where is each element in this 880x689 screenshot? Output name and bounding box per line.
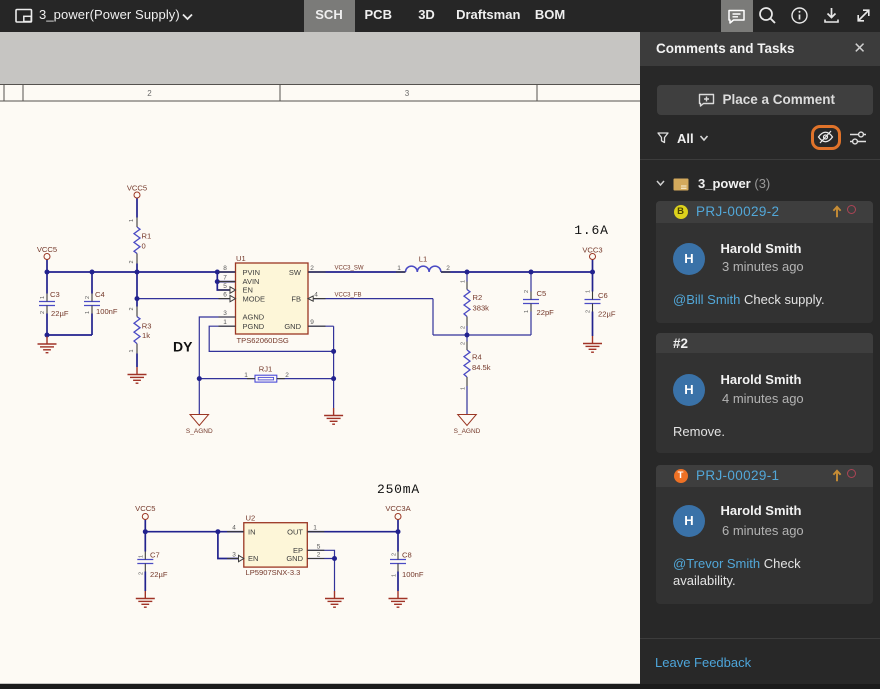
svg-text:2: 2 — [310, 265, 314, 272]
svg-text:2: 2 — [461, 342, 467, 345]
svg-text:PGND: PGND — [243, 322, 265, 331]
svg-text:383k: 383k — [473, 304, 490, 313]
svg-text:22µF: 22µF — [598, 310, 616, 319]
svg-text:2: 2 — [317, 552, 321, 559]
svg-text:3: 3 — [232, 552, 236, 559]
svg-text:MODE: MODE — [243, 294, 266, 303]
svg-text:22µF: 22µF — [51, 309, 69, 318]
svg-text:VCC5: VCC5 — [127, 184, 147, 193]
svg-text:L1: L1 — [419, 255, 427, 264]
svg-text:2: 2 — [524, 290, 530, 293]
svg-text:1: 1 — [139, 555, 145, 558]
svg-text:7: 7 — [223, 275, 227, 282]
svg-text:EN: EN — [243, 286, 253, 295]
svg-text:PVIN: PVIN — [243, 268, 261, 277]
svg-text:LP5907SNX-3.3: LP5907SNX-3.3 — [246, 568, 301, 577]
svg-text:1: 1 — [40, 296, 46, 299]
svg-text:1.6A: 1.6A — [574, 223, 608, 238]
svg-text:6: 6 — [223, 292, 227, 299]
svg-text:C8: C8 — [402, 551, 412, 560]
svg-text:2: 2 — [461, 326, 467, 329]
svg-text:2: 2 — [392, 553, 398, 556]
svg-text:1: 1 — [586, 290, 592, 293]
svg-text:GND: GND — [286, 554, 303, 563]
svg-text:VCC3: VCC3 — [582, 246, 602, 255]
svg-text:1k: 1k — [142, 331, 150, 340]
svg-text:1: 1 — [129, 219, 135, 222]
svg-text:2: 2 — [147, 89, 152, 98]
svg-text:RJ1: RJ1 — [259, 365, 273, 374]
svg-text:DY: DY — [173, 339, 193, 355]
svg-text:VCC3_FB: VCC3_FB — [335, 293, 362, 299]
svg-text:U1: U1 — [236, 254, 246, 263]
svg-text:1: 1 — [461, 387, 467, 390]
svg-text:2: 2 — [285, 372, 289, 379]
svg-text:U2: U2 — [246, 514, 256, 523]
svg-text:8: 8 — [223, 265, 227, 272]
svg-text:100nF: 100nF — [402, 570, 424, 579]
svg-text:C5: C5 — [537, 289, 547, 298]
svg-text:2: 2 — [85, 296, 91, 299]
svg-text:0: 0 — [142, 241, 146, 250]
svg-text:VCC5: VCC5 — [135, 504, 155, 513]
svg-text:R1: R1 — [142, 231, 152, 240]
svg-text:9: 9 — [310, 319, 314, 326]
svg-text:C6: C6 — [598, 291, 608, 300]
svg-text:1: 1 — [524, 310, 530, 313]
svg-text:1: 1 — [313, 525, 317, 532]
svg-text:1: 1 — [223, 319, 227, 326]
svg-text:2: 2 — [40, 311, 46, 314]
svg-text:2: 2 — [139, 572, 145, 575]
svg-text:R2: R2 — [473, 293, 483, 302]
svg-text:FB: FB — [291, 294, 301, 303]
svg-text:C4: C4 — [95, 290, 105, 299]
svg-text:4: 4 — [314, 292, 318, 299]
svg-text:84.5k: 84.5k — [472, 363, 491, 372]
svg-text:5: 5 — [317, 543, 321, 550]
svg-text:AGND: AGND — [243, 313, 265, 322]
svg-text:100nF: 100nF — [96, 307, 118, 316]
svg-text:S_AGND: S_AGND — [454, 428, 481, 435]
svg-text:3: 3 — [405, 89, 410, 98]
svg-text:VCC5: VCC5 — [37, 245, 57, 254]
svg-text:2: 2 — [129, 260, 135, 263]
svg-text:2: 2 — [446, 265, 450, 272]
svg-text:1: 1 — [397, 265, 401, 272]
svg-text:OUT: OUT — [287, 527, 303, 536]
svg-text:22pF: 22pF — [537, 308, 555, 317]
svg-text:4: 4 — [232, 525, 236, 532]
svg-text:2: 2 — [129, 307, 135, 310]
svg-text:R4: R4 — [472, 353, 482, 362]
svg-text:1: 1 — [392, 574, 398, 577]
svg-text:VCC3_SW: VCC3_SW — [335, 266, 364, 272]
svg-text:1: 1 — [461, 280, 467, 283]
svg-text:S_AGND: S_AGND — [186, 428, 213, 435]
svg-text:TPS62060DSG: TPS62060DSG — [237, 336, 289, 345]
svg-text:22µF: 22µF — [150, 570, 168, 579]
svg-text:3: 3 — [223, 310, 227, 317]
svg-text:SW: SW — [289, 268, 302, 277]
svg-text:VCC3A: VCC3A — [385, 504, 411, 513]
svg-text:C3: C3 — [50, 290, 60, 299]
svg-text:EN: EN — [248, 554, 258, 563]
svg-text:5: 5 — [223, 283, 227, 290]
svg-text:250mA: 250mA — [377, 482, 420, 497]
svg-text:1: 1 — [244, 372, 248, 379]
svg-text:2: 2 — [586, 310, 592, 313]
svg-text:IN: IN — [248, 527, 256, 536]
svg-text:1: 1 — [85, 311, 91, 314]
svg-text:1: 1 — [129, 349, 135, 352]
svg-text:R3: R3 — [142, 322, 152, 331]
svg-text:GND: GND — [284, 322, 301, 331]
svg-text:C7: C7 — [150, 551, 160, 560]
